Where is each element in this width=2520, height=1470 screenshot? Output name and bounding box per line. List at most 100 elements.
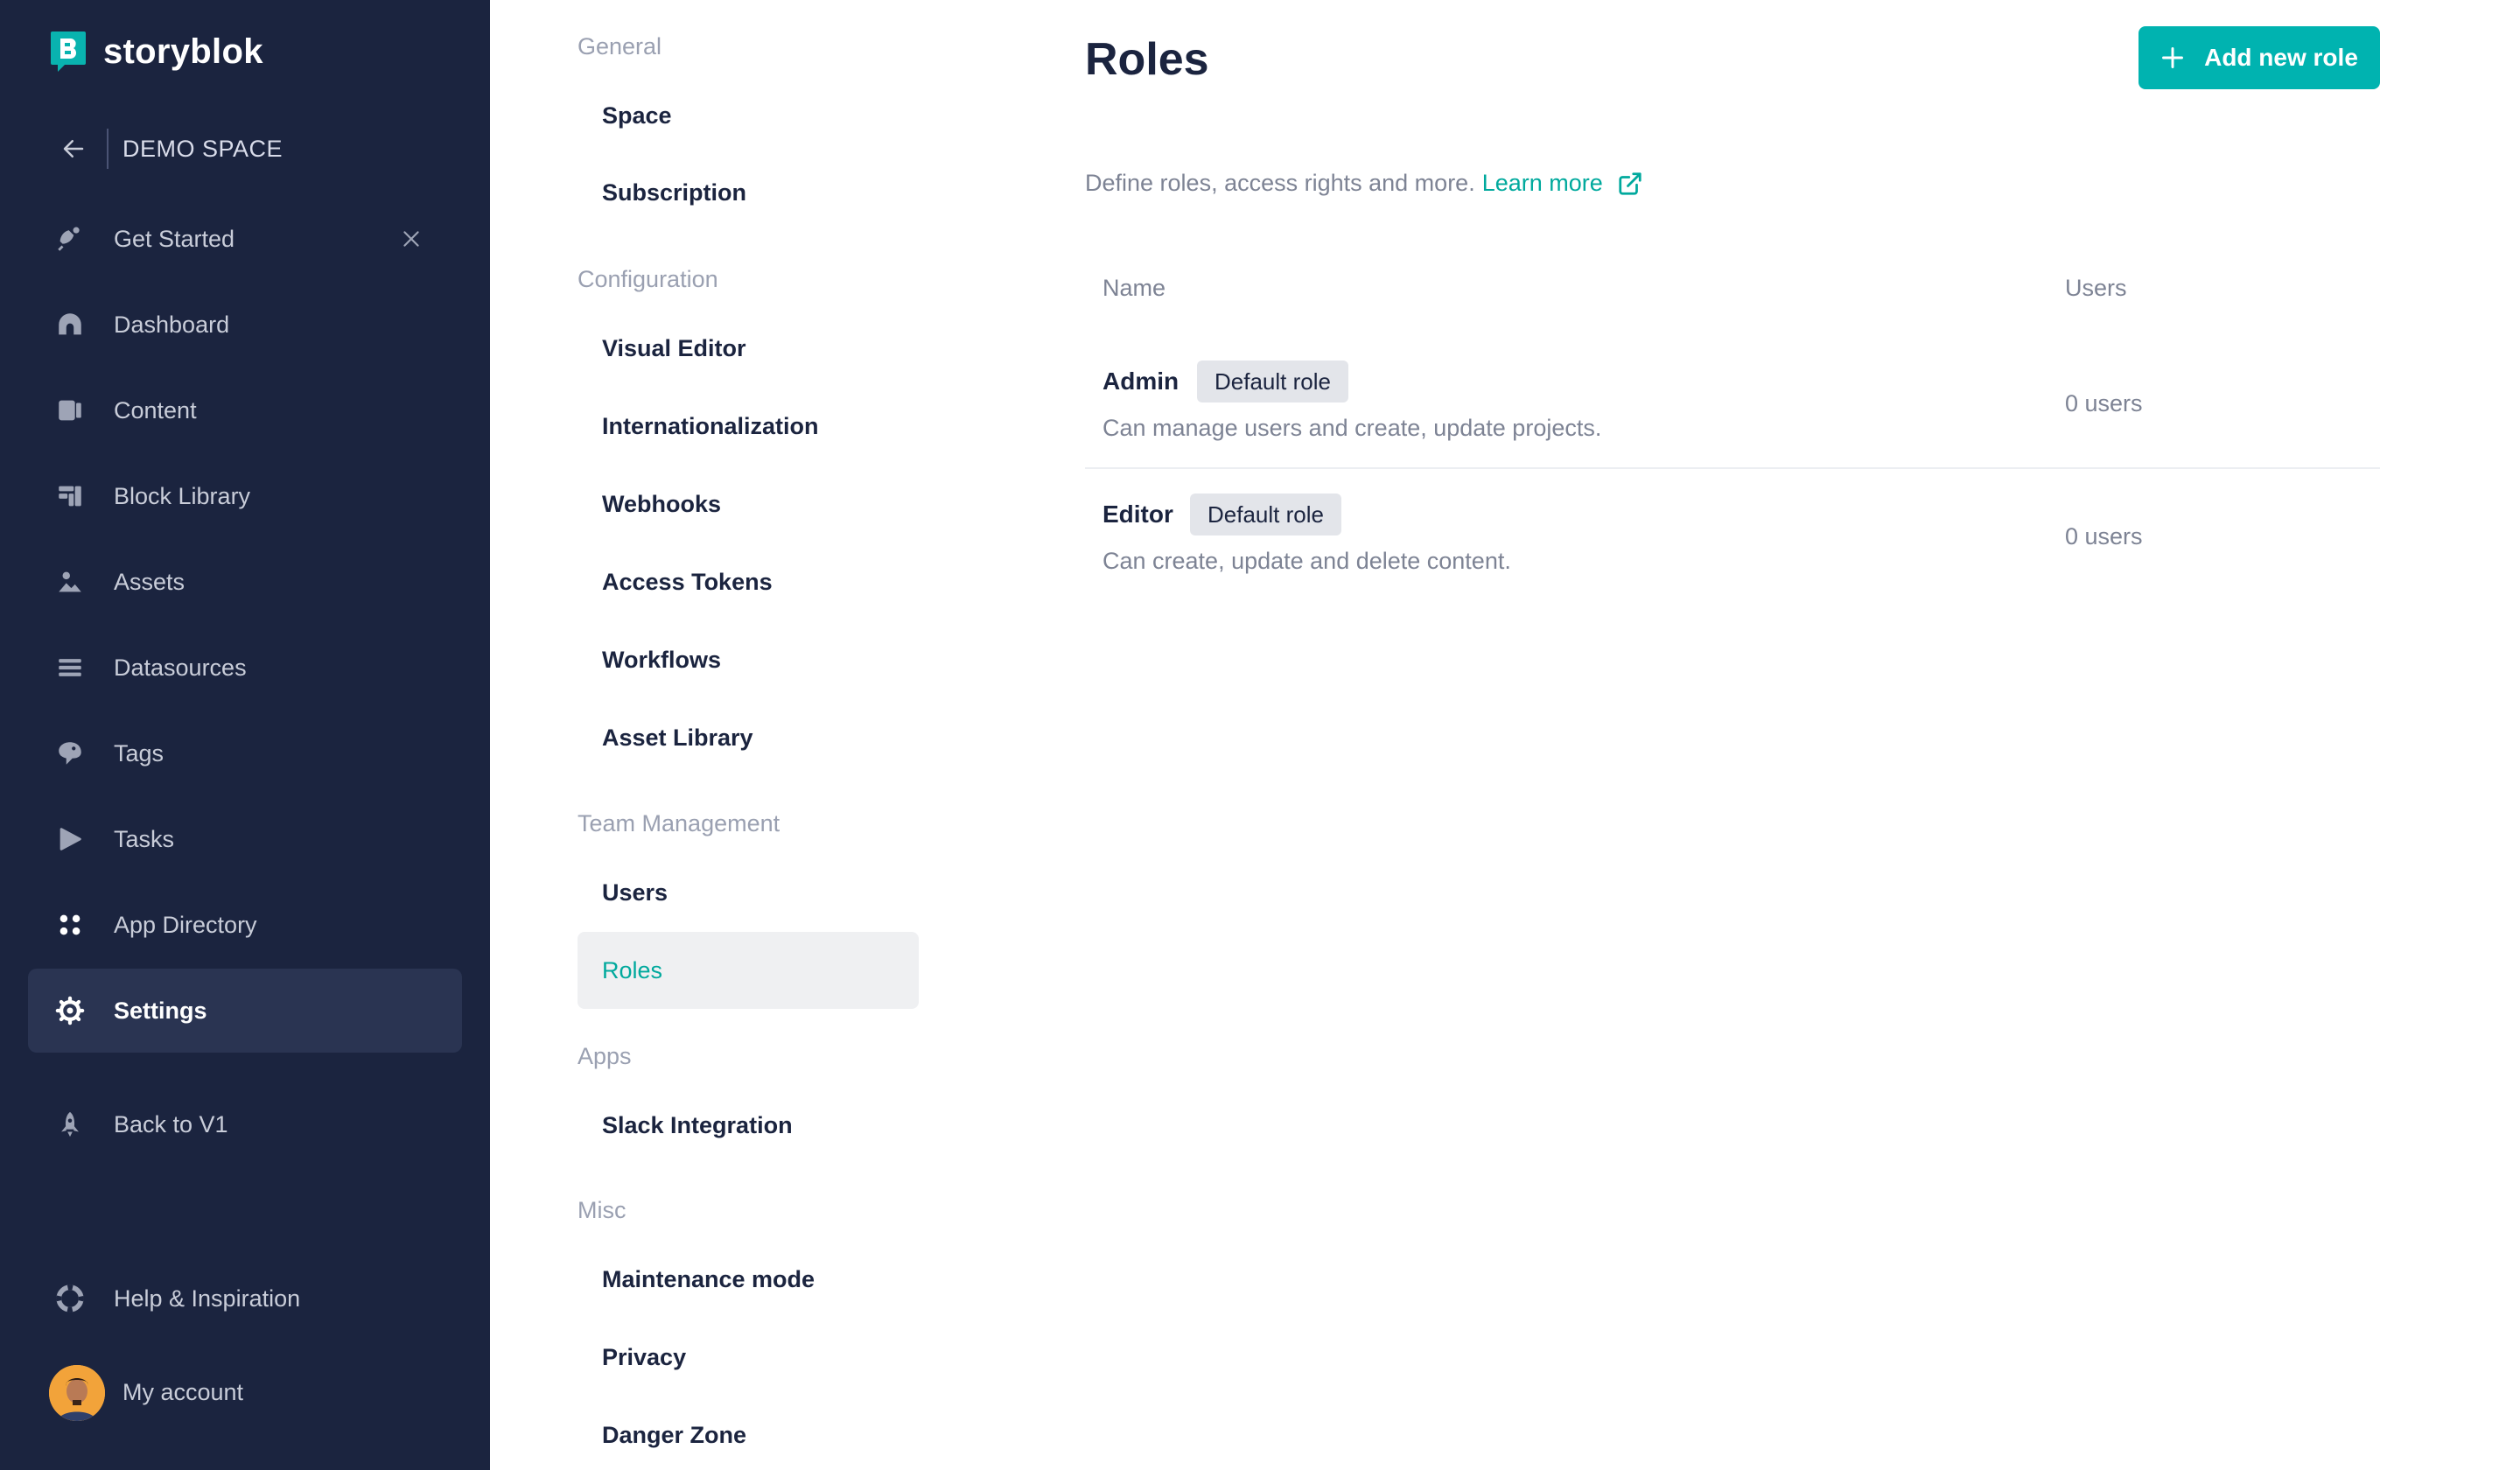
sidebar-item-dashboard[interactable]: Dashboard bbox=[28, 283, 462, 367]
subnav-item-users[interactable]: Users bbox=[578, 854, 919, 931]
close-icon[interactable] bbox=[396, 223, 427, 255]
section-title-misc: Misc bbox=[578, 1197, 626, 1223]
external-link-icon[interactable] bbox=[1617, 171, 1643, 197]
subnav-item-subscription[interactable]: Subscription bbox=[578, 154, 919, 231]
subnav-item-danger-zone[interactable]: Danger Zone bbox=[578, 1396, 919, 1470]
sidebar-item-label: Assets bbox=[114, 568, 186, 595]
sidebar-item-tasks[interactable]: Tasks bbox=[28, 797, 462, 881]
settings-subnav: General Space Subscription Configuration… bbox=[490, 0, 962, 1470]
sidebar-item-label: Tasks bbox=[114, 825, 175, 852]
subnav-item-asset-library[interactable]: Asset Library bbox=[578, 699, 919, 776]
sidebar-item-get-started[interactable]: Get Started bbox=[28, 197, 462, 281]
role-users-count: 0 users bbox=[2065, 390, 2143, 416]
subnav-item-roles[interactable]: Roles bbox=[578, 932, 919, 1009]
section-title-apps: Apps bbox=[578, 1043, 632, 1069]
subnav-item-label: Workflows bbox=[602, 646, 722, 673]
sidebar-item-label: Settings bbox=[114, 997, 207, 1024]
subnav-item-maintenance-mode[interactable]: Maintenance mode bbox=[578, 1241, 919, 1318]
subnav-item-label: Privacy bbox=[602, 1343, 687, 1370]
tasks-icon bbox=[52, 822, 88, 857]
roles-page: Roles Add new role Define roles, access … bbox=[1085, 0, 2380, 1470]
assets-icon bbox=[52, 564, 88, 599]
column-header-name: Name bbox=[1102, 275, 1166, 301]
subnav-item-label: Visual Editor bbox=[602, 334, 746, 361]
subnav-item-webhooks[interactable]: Webhooks bbox=[578, 466, 919, 542]
storyblok-logo[interactable]: storyblok bbox=[49, 30, 263, 74]
sidebar-item-assets[interactable]: Assets bbox=[28, 540, 462, 624]
table-row-editor[interactable]: Editor Default role Can create, update a… bbox=[1085, 471, 2380, 604]
add-new-role-button[interactable]: Add new role bbox=[2138, 26, 2380, 89]
subnav-item-workflows[interactable]: Workflows bbox=[578, 621, 919, 698]
sidebar-item-help[interactable]: Help & Inspiration bbox=[28, 1256, 462, 1340]
app-directory-icon bbox=[52, 907, 88, 942]
sidebar-item-tags[interactable]: Tags bbox=[28, 711, 462, 795]
sidebar-item-datasources[interactable]: Datasources bbox=[28, 626, 462, 710]
subnav-item-label: Danger Zone bbox=[602, 1421, 747, 1448]
lifebuoy-icon bbox=[52, 1281, 88, 1316]
learn-more-link[interactable]: Learn more bbox=[1482, 170, 1603, 197]
sidebar-item-label: Content bbox=[114, 396, 197, 424]
section-title-general: General bbox=[578, 33, 662, 60]
page-description: Define roles, access rights and more. Le… bbox=[1085, 170, 1643, 197]
sidebar-item-app-directory[interactable]: App Directory bbox=[28, 883, 462, 967]
subnav-item-label: Roles bbox=[602, 956, 663, 984]
subnav-item-visual-editor[interactable]: Visual Editor bbox=[578, 310, 919, 387]
sidebar-item-settings[interactable]: Settings bbox=[28, 969, 462, 1053]
role-name: Admin bbox=[1102, 368, 1180, 395]
default-role-badge: Default role bbox=[1190, 494, 1341, 536]
block-library-icon bbox=[52, 479, 88, 514]
sidebar-item-label: Get Started bbox=[114, 225, 235, 252]
subnav-item-label: Users bbox=[602, 878, 668, 906]
avatar-image bbox=[49, 1365, 105, 1421]
add-new-role-label: Add new role bbox=[2204, 44, 2358, 71]
sidebar-item-label: App Directory bbox=[114, 911, 257, 938]
main-sidebar: storyblok DEMO SPACE Get Started Dashboa… bbox=[0, 0, 490, 1470]
subnav-item-label: Space bbox=[602, 102, 672, 129]
role-description: Can manage users and create, update proj… bbox=[1102, 415, 1602, 441]
space-divider bbox=[107, 129, 108, 169]
description-text: Define roles, access rights and more. bbox=[1085, 170, 1475, 196]
page-title: Roles bbox=[1085, 34, 1209, 85]
rocket-hand-icon bbox=[52, 221, 88, 256]
brand-name: storyblok bbox=[103, 32, 263, 71]
table-row-admin[interactable]: Admin Default role Can manage users and … bbox=[1085, 336, 2380, 469]
subnav-item-slack-integration[interactable]: Slack Integration bbox=[578, 1087, 919, 1164]
content-icon bbox=[52, 393, 88, 428]
sidebar-item-content[interactable]: Content bbox=[28, 368, 462, 452]
subnav-item-internationalization[interactable]: Internationalization bbox=[578, 388, 919, 465]
default-role-badge: Default role bbox=[1197, 360, 1348, 402]
subnav-item-access-tokens[interactable]: Access Tokens bbox=[578, 543, 919, 620]
sidebar-item-back-to-v1[interactable]: Back to V1 bbox=[28, 1082, 462, 1166]
plus-icon bbox=[2162, 47, 2184, 68]
subnav-item-space[interactable]: Space bbox=[578, 77, 919, 154]
section-title-configuration: Configuration bbox=[578, 266, 718, 292]
my-account-link[interactable]: My account bbox=[122, 1379, 243, 1406]
rocket-icon bbox=[52, 1107, 88, 1142]
role-users-count: 0 users bbox=[2065, 523, 2143, 550]
storyblok-logo-icon bbox=[51, 32, 86, 72]
arrow-left-icon[interactable] bbox=[56, 131, 91, 166]
space-name: DEMO SPACE bbox=[122, 135, 284, 162]
sidebar-item-label: Dashboard bbox=[114, 311, 230, 338]
sidebar-item-label: Help & Inspiration bbox=[114, 1284, 301, 1312]
avatar[interactable] bbox=[49, 1365, 105, 1421]
datasources-icon bbox=[52, 650, 88, 685]
subnav-item-label: Subscription bbox=[602, 178, 747, 206]
sidebar-item-label: Back to V1 bbox=[114, 1110, 228, 1138]
subnav-item-label: Access Tokens bbox=[602, 568, 773, 595]
sidebar-item-label: Block Library bbox=[114, 482, 251, 509]
gear-icon bbox=[52, 993, 88, 1028]
section-title-team-management: Team Management bbox=[578, 810, 780, 836]
role-name: Editor bbox=[1102, 500, 1173, 528]
sidebar-item-block-library[interactable]: Block Library bbox=[28, 454, 462, 538]
subnav-item-label: Slack Integration bbox=[602, 1111, 793, 1138]
space-switcher[interactable]: DEMO SPACE bbox=[56, 128, 283, 170]
tag-icon bbox=[52, 736, 88, 771]
subnav-item-label: Maintenance mode bbox=[602, 1265, 816, 1292]
subnav-item-privacy[interactable]: Privacy bbox=[578, 1319, 919, 1396]
sidebar-item-label: Tags bbox=[114, 739, 164, 766]
sidebar-item-label: Datasources bbox=[114, 654, 247, 681]
role-description: Can create, update and delete content. bbox=[1102, 548, 1511, 574]
subnav-item-label: Internationalization bbox=[602, 412, 819, 439]
column-header-users: Users bbox=[2065, 275, 2127, 301]
